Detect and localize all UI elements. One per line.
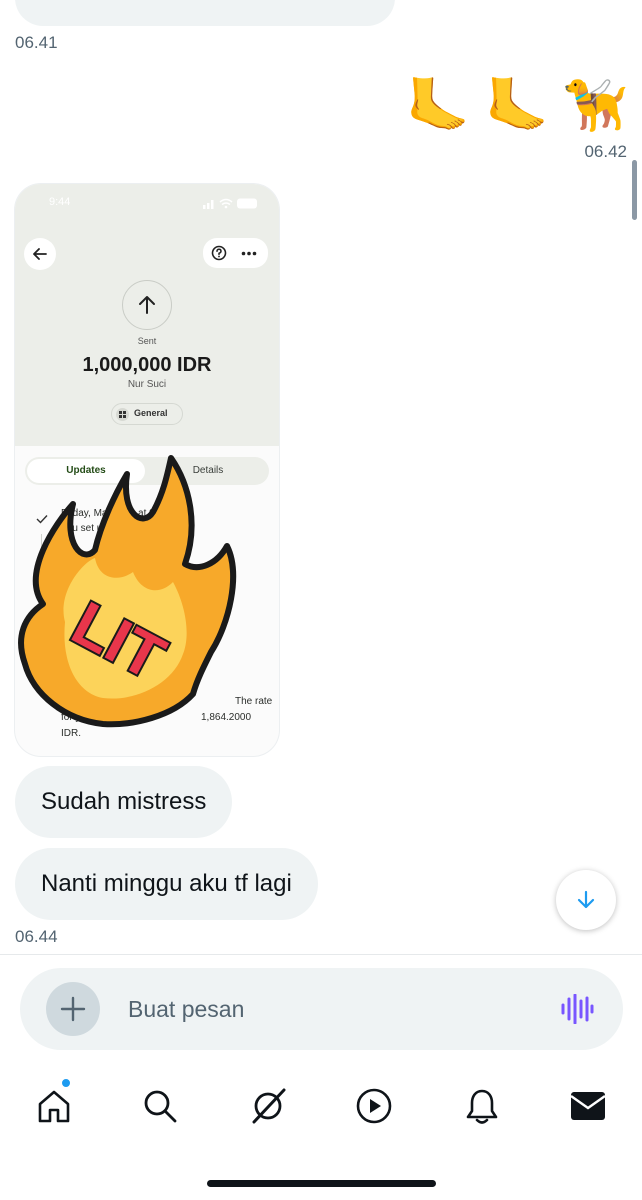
transfer-status: Sent [137,336,157,346]
plus-icon [60,996,86,1022]
help-more-pill [203,238,268,268]
video-icon [356,1088,392,1124]
previous-message-bubble[interactable] [15,0,395,26]
status-bar-icons [203,198,257,209]
message-timestamp: 06.41 [15,33,58,52]
nav-grok[interactable] [238,1076,298,1136]
add-media-button[interactable] [46,982,100,1036]
voice-message-button[interactable] [558,990,596,1028]
nav-messages[interactable] [558,1076,618,1136]
composer-divider [0,954,642,955]
image-message-transfer-screenshot[interactable]: 9:44 77 Sent 1,000,000 IDR [15,184,279,756]
home-icon [38,1090,70,1123]
messages-icon [570,1092,606,1120]
nav-notifications[interactable] [452,1076,512,1136]
scroll-to-bottom-button[interactable] [556,870,616,930]
message-input[interactable] [128,988,528,1030]
more-icon [241,251,257,256]
foot-emoji: 🦶 [405,76,471,136]
received-message[interactable]: Sudah mistress [15,766,233,838]
back-arrow-icon [24,238,56,270]
grok-icon [252,1088,286,1124]
recipient-name: Nur Suci [127,379,167,390]
message-timestamp: 06.44 [15,927,58,946]
nav-search[interactable] [130,1076,190,1136]
category-label: General [134,408,168,418]
notifications-icon [466,1089,498,1124]
guide-dog-emoji: 🦮 [563,76,628,136]
lit-fire-sticker: LIT [18,455,237,728]
nav-home[interactable] [24,1076,84,1136]
screenshot-status-time: 9:44 [49,196,71,208]
message-timestamp: 06.42 [584,142,627,161]
home-notification-badge [61,1078,71,1088]
received-message[interactable]: Nanti minggu aku tf lagi [15,848,318,920]
category-icon [116,408,129,421]
transfer-amount: 1,000,000 IDR [82,354,212,376]
search-icon [144,1090,177,1123]
nav-video[interactable] [344,1076,404,1136]
help-icon [211,245,227,261]
bottom-navigation [0,1076,642,1136]
foot-emoji: 🦶 [484,76,550,136]
voice-wave-icon [561,994,594,1024]
arrow-down-icon [577,890,595,909]
category-chip: General [111,403,183,425]
message-composer [20,968,623,1050]
chat-scrollbar[interactable] [632,160,637,220]
home-indicator[interactable] [207,1180,436,1187]
sent-emoji-message[interactable]: 🦶 🦶 🦮 [406,74,628,138]
sent-arrow-icon [122,280,172,330]
screenshot-header: 9:44 77 Sent 1,000,000 IDR [15,184,279,446]
